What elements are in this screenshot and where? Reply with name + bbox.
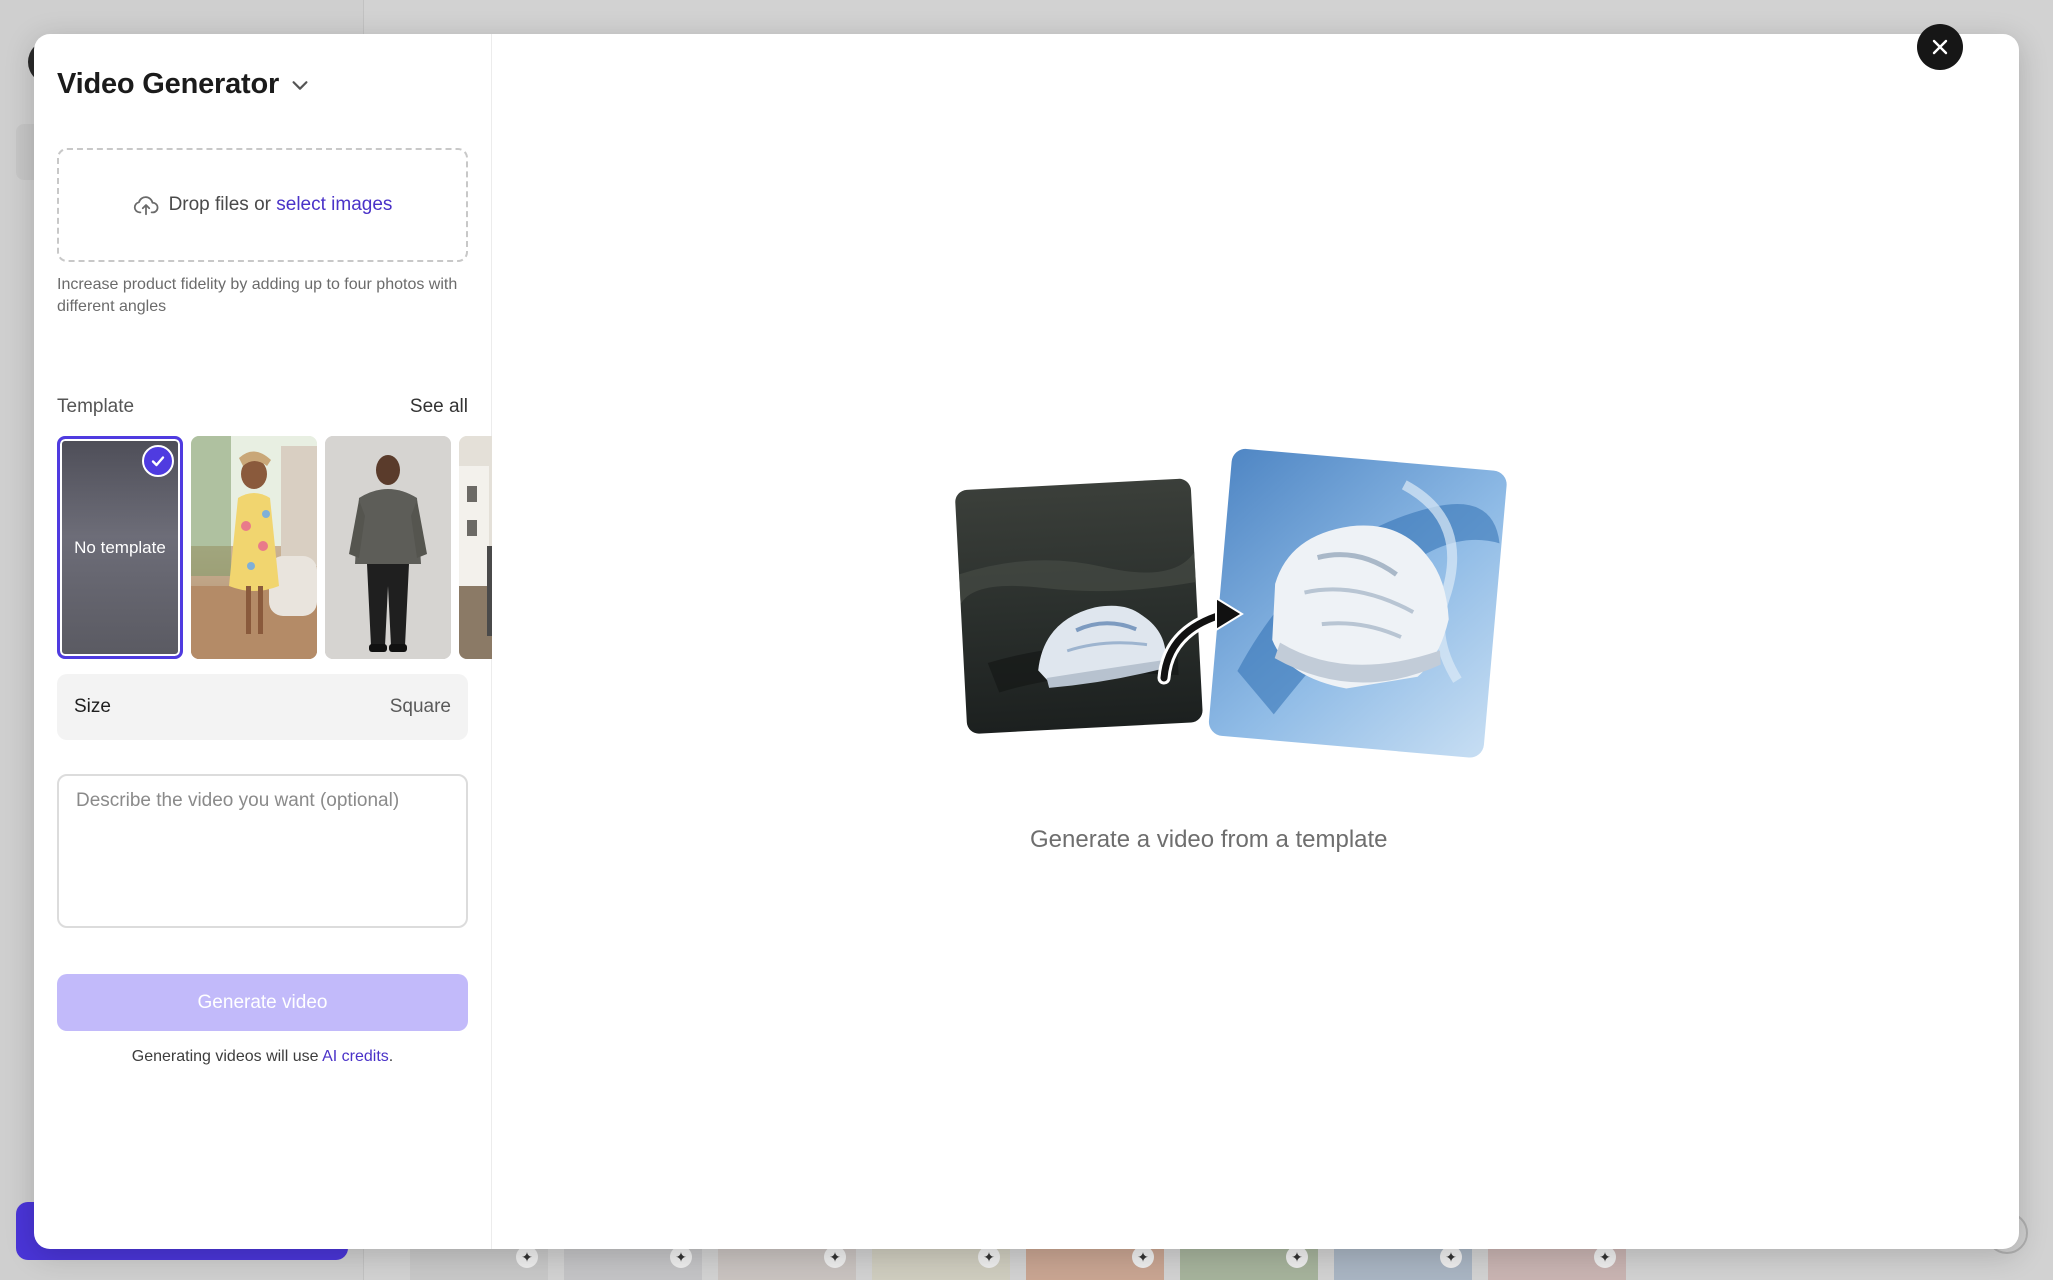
credits-note-suffix: .: [388, 1048, 394, 1065]
template-label: Template: [57, 396, 135, 417]
sparkle-icon: ✦: [516, 1246, 538, 1268]
upload-cloud-icon: [133, 196, 158, 216]
template-thumbnail-image: [459, 436, 492, 659]
close-icon: [1932, 39, 1948, 55]
sparkle-icon: ✦: [1594, 1246, 1616, 1268]
upload-label: Drop files or: [168, 194, 271, 215]
template-card-hoodie[interactable]: [325, 436, 451, 659]
video-description-input[interactable]: [57, 774, 468, 928]
upload-hint: Increase product fidelity by adding up t…: [57, 276, 458, 315]
preview-caption: Generate a video from a template: [1030, 826, 1388, 853]
size-label: Size: [74, 696, 111, 717]
template-transform-illustration: [955, 448, 1507, 758]
template-card-label: No template: [74, 537, 166, 557]
credits-note-text: Generating videos will use: [131, 1048, 319, 1065]
chevron-down-icon: [292, 80, 308, 90]
modal-title: Video Generator: [57, 68, 280, 100]
see-all-link[interactable]: See all: [410, 396, 468, 418]
template-thumbnail-image: [325, 436, 451, 659]
upload-dropzone[interactable]: Drop files or select images: [57, 148, 468, 262]
settings-panel: Video Generator Drop files or select ima…: [34, 34, 492, 1249]
template-header: Template See all: [57, 396, 468, 418]
sparkle-icon: ✦: [1440, 1246, 1462, 1268]
template-card-street[interactable]: [459, 436, 492, 659]
template-card-no-template[interactable]: No template: [57, 436, 183, 659]
after-photo: [1208, 448, 1507, 758]
check-icon: [142, 445, 174, 477]
before-photo: [955, 478, 1203, 734]
size-value: Square: [389, 696, 451, 717]
generate-video-button[interactable]: Generate video: [57, 974, 468, 1031]
ai-credits-link[interactable]: AI credits: [322, 1048, 389, 1065]
title-dropdown[interactable]: Video Generator: [57, 68, 311, 101]
template-thumbnail-image: [191, 436, 317, 659]
sparkle-icon: ✦: [978, 1246, 1000, 1268]
upload-text: Drop files or select images: [169, 194, 393, 216]
select-images-link[interactable]: select images: [276, 194, 392, 215]
credits-note: Generating videos will use AI credits.: [57, 1048, 468, 1066]
template-card-floral-dress[interactable]: [191, 436, 317, 659]
sparkle-icon: ✦: [824, 1246, 846, 1268]
sparkle-icon: ✦: [670, 1246, 692, 1268]
sparkle-icon: ✦: [1132, 1246, 1154, 1268]
template-carousel: No template: [57, 436, 492, 661]
close-button[interactable]: [1917, 24, 1963, 70]
size-selector[interactable]: Size Square: [57, 674, 468, 740]
sparkle-icon: ✦: [1286, 1246, 1308, 1268]
